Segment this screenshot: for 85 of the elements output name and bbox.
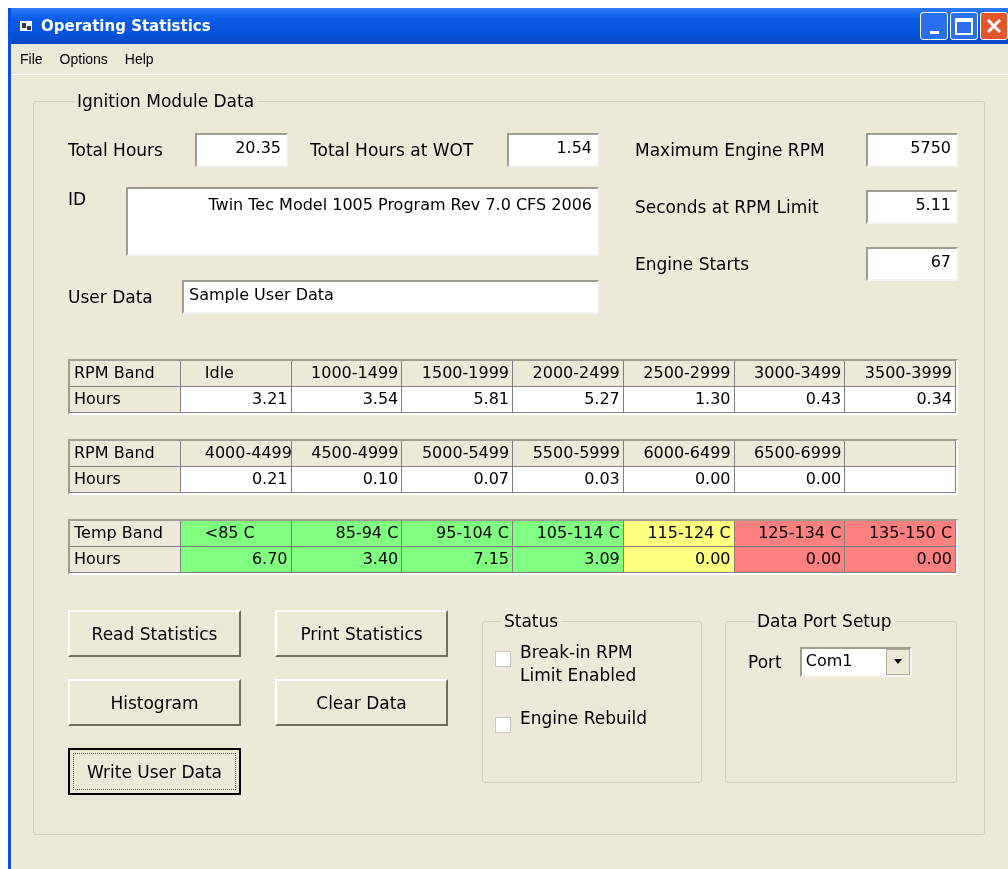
table-header-cell: Idle (180, 361, 292, 387)
button[interactable]: Read Statistics (68, 610, 241, 657)
button[interactable]: Write User Data (68, 748, 241, 795)
table-cell: 3.40 (291, 547, 403, 573)
text-field[interactable]: 5750 (866, 133, 958, 167)
table-cell: 0.00 (734, 467, 846, 493)
button[interactable]: Print Statistics (275, 610, 448, 657)
text-field[interactable]: 1.54 (507, 133, 599, 167)
button[interactable]: Clear Data (275, 679, 448, 726)
table-header-cell: Hours (70, 387, 181, 413)
table-header-cell: 3000-3499 (734, 361, 846, 387)
table-cell: 3.54 (291, 387, 403, 413)
table-header-cell: 85-94 C (291, 521, 403, 547)
app-icon (19, 20, 33, 32)
checkbox[interactable] (495, 717, 511, 733)
table-cell: 0.03 (513, 467, 624, 493)
table-header-cell: 125-134 C (734, 521, 846, 547)
maximize-icon (955, 17, 973, 35)
table-cell: 0.00 (845, 547, 956, 573)
table-header-cell: 5500-5999 (513, 441, 624, 467)
menu-item[interactable]: Options (59, 51, 108, 67)
table-header-cell: 105-114 C (513, 521, 624, 547)
menu-item[interactable]: File (20, 51, 43, 67)
minimize-button[interactable] (920, 12, 948, 40)
table-cell: 0.00 (623, 467, 735, 493)
table-cell: 0.21 (180, 467, 292, 493)
table-header-cell: Hours (70, 547, 181, 573)
table-cell: 0.00 (623, 547, 735, 573)
table-cell: 1.30 (623, 387, 735, 413)
text-area[interactable]: Twin Tec Model 1005 Program Rev 7.0 CFS 2006 (126, 187, 599, 256)
table-cell: 5.81 (402, 387, 513, 413)
table-header-cell: 3500-3999 (845, 361, 957, 387)
table-cell: 0.07 (402, 467, 513, 493)
port-dropdown[interactable]: Com1 (799, 647, 912, 677)
table-header-cell: 1000-1499 (291, 361, 403, 387)
table-header-cell: 95-104 C (402, 521, 514, 547)
table-cell: 7.15 (402, 547, 513, 573)
table-header-cell: <85 C (180, 521, 292, 547)
field-label: Maximum Engine RPM (635, 140, 826, 160)
table-header-cell: 2000-2499 (513, 361, 624, 387)
table-header-cell: 4500-4999 (291, 441, 403, 467)
table-cell: 0.43 (734, 387, 846, 413)
table-cell: 6.70 (180, 547, 292, 573)
table-header-cell: RPM Band (70, 361, 181, 387)
close-button[interactable] (980, 12, 1008, 40)
group-title: Data Port Setup (756, 611, 893, 631)
table-header-cell: 6000-6499 (623, 441, 735, 467)
table-header-cell: Temp Band (70, 521, 181, 547)
text-field[interactable]: Sample User Data (182, 280, 599, 314)
field-label: Engine Starts (635, 254, 751, 274)
text-field[interactable]: 5.11 (866, 190, 958, 224)
table-header-cell: 135-150 C (845, 521, 957, 547)
field-label: Total Hours at WOT (310, 140, 475, 160)
table-cell: 0.10 (291, 467, 403, 493)
table-cell: 0.34 (845, 387, 956, 413)
group-title: Ignition Module Data (76, 91, 256, 111)
table-cell: 3.09 (513, 547, 624, 573)
table-header-cell: 5000-5499 (402, 441, 514, 467)
menu-item[interactable]: Help (124, 51, 154, 67)
table-header-cell: 115-124 C (623, 521, 735, 547)
table-cell: 3.21 (180, 387, 292, 413)
table-header-cell: 6500-6999 (734, 441, 846, 467)
table-cell: 0.00 (734, 547, 846, 573)
group-title: Status (503, 611, 560, 631)
button[interactable]: Histogram (68, 679, 241, 726)
close-icon (987, 19, 1001, 33)
field-label: Port (748, 652, 782, 672)
field-label: Seconds at RPM Limit (635, 197, 820, 217)
window-title: Operating Statistics (41, 17, 212, 35)
checkbox-label: Break-in RPM Limit Enabled (520, 641, 638, 687)
checkbox-label: Engine Rebuild (520, 707, 648, 730)
table-header-cell: Hours (70, 467, 181, 493)
text-field[interactable]: 20.35 (195, 133, 288, 167)
field-label: ID (68, 188, 88, 209)
table-header-cell: RPM Band (70, 441, 181, 467)
checkbox[interactable] (495, 651, 511, 667)
minimize-icon (929, 30, 939, 34)
table-cell: 5.27 (513, 387, 624, 413)
table-header-cell: 1500-1999 (402, 361, 514, 387)
field-label: Total Hours (68, 140, 164, 160)
maximize-button[interactable] (950, 12, 978, 40)
table-header-cell: 2500-2999 (623, 361, 735, 387)
table-header-cell: 4000-4499 (180, 441, 292, 467)
text-field[interactable]: 67 (866, 247, 958, 281)
field-label: User Data (68, 287, 154, 307)
